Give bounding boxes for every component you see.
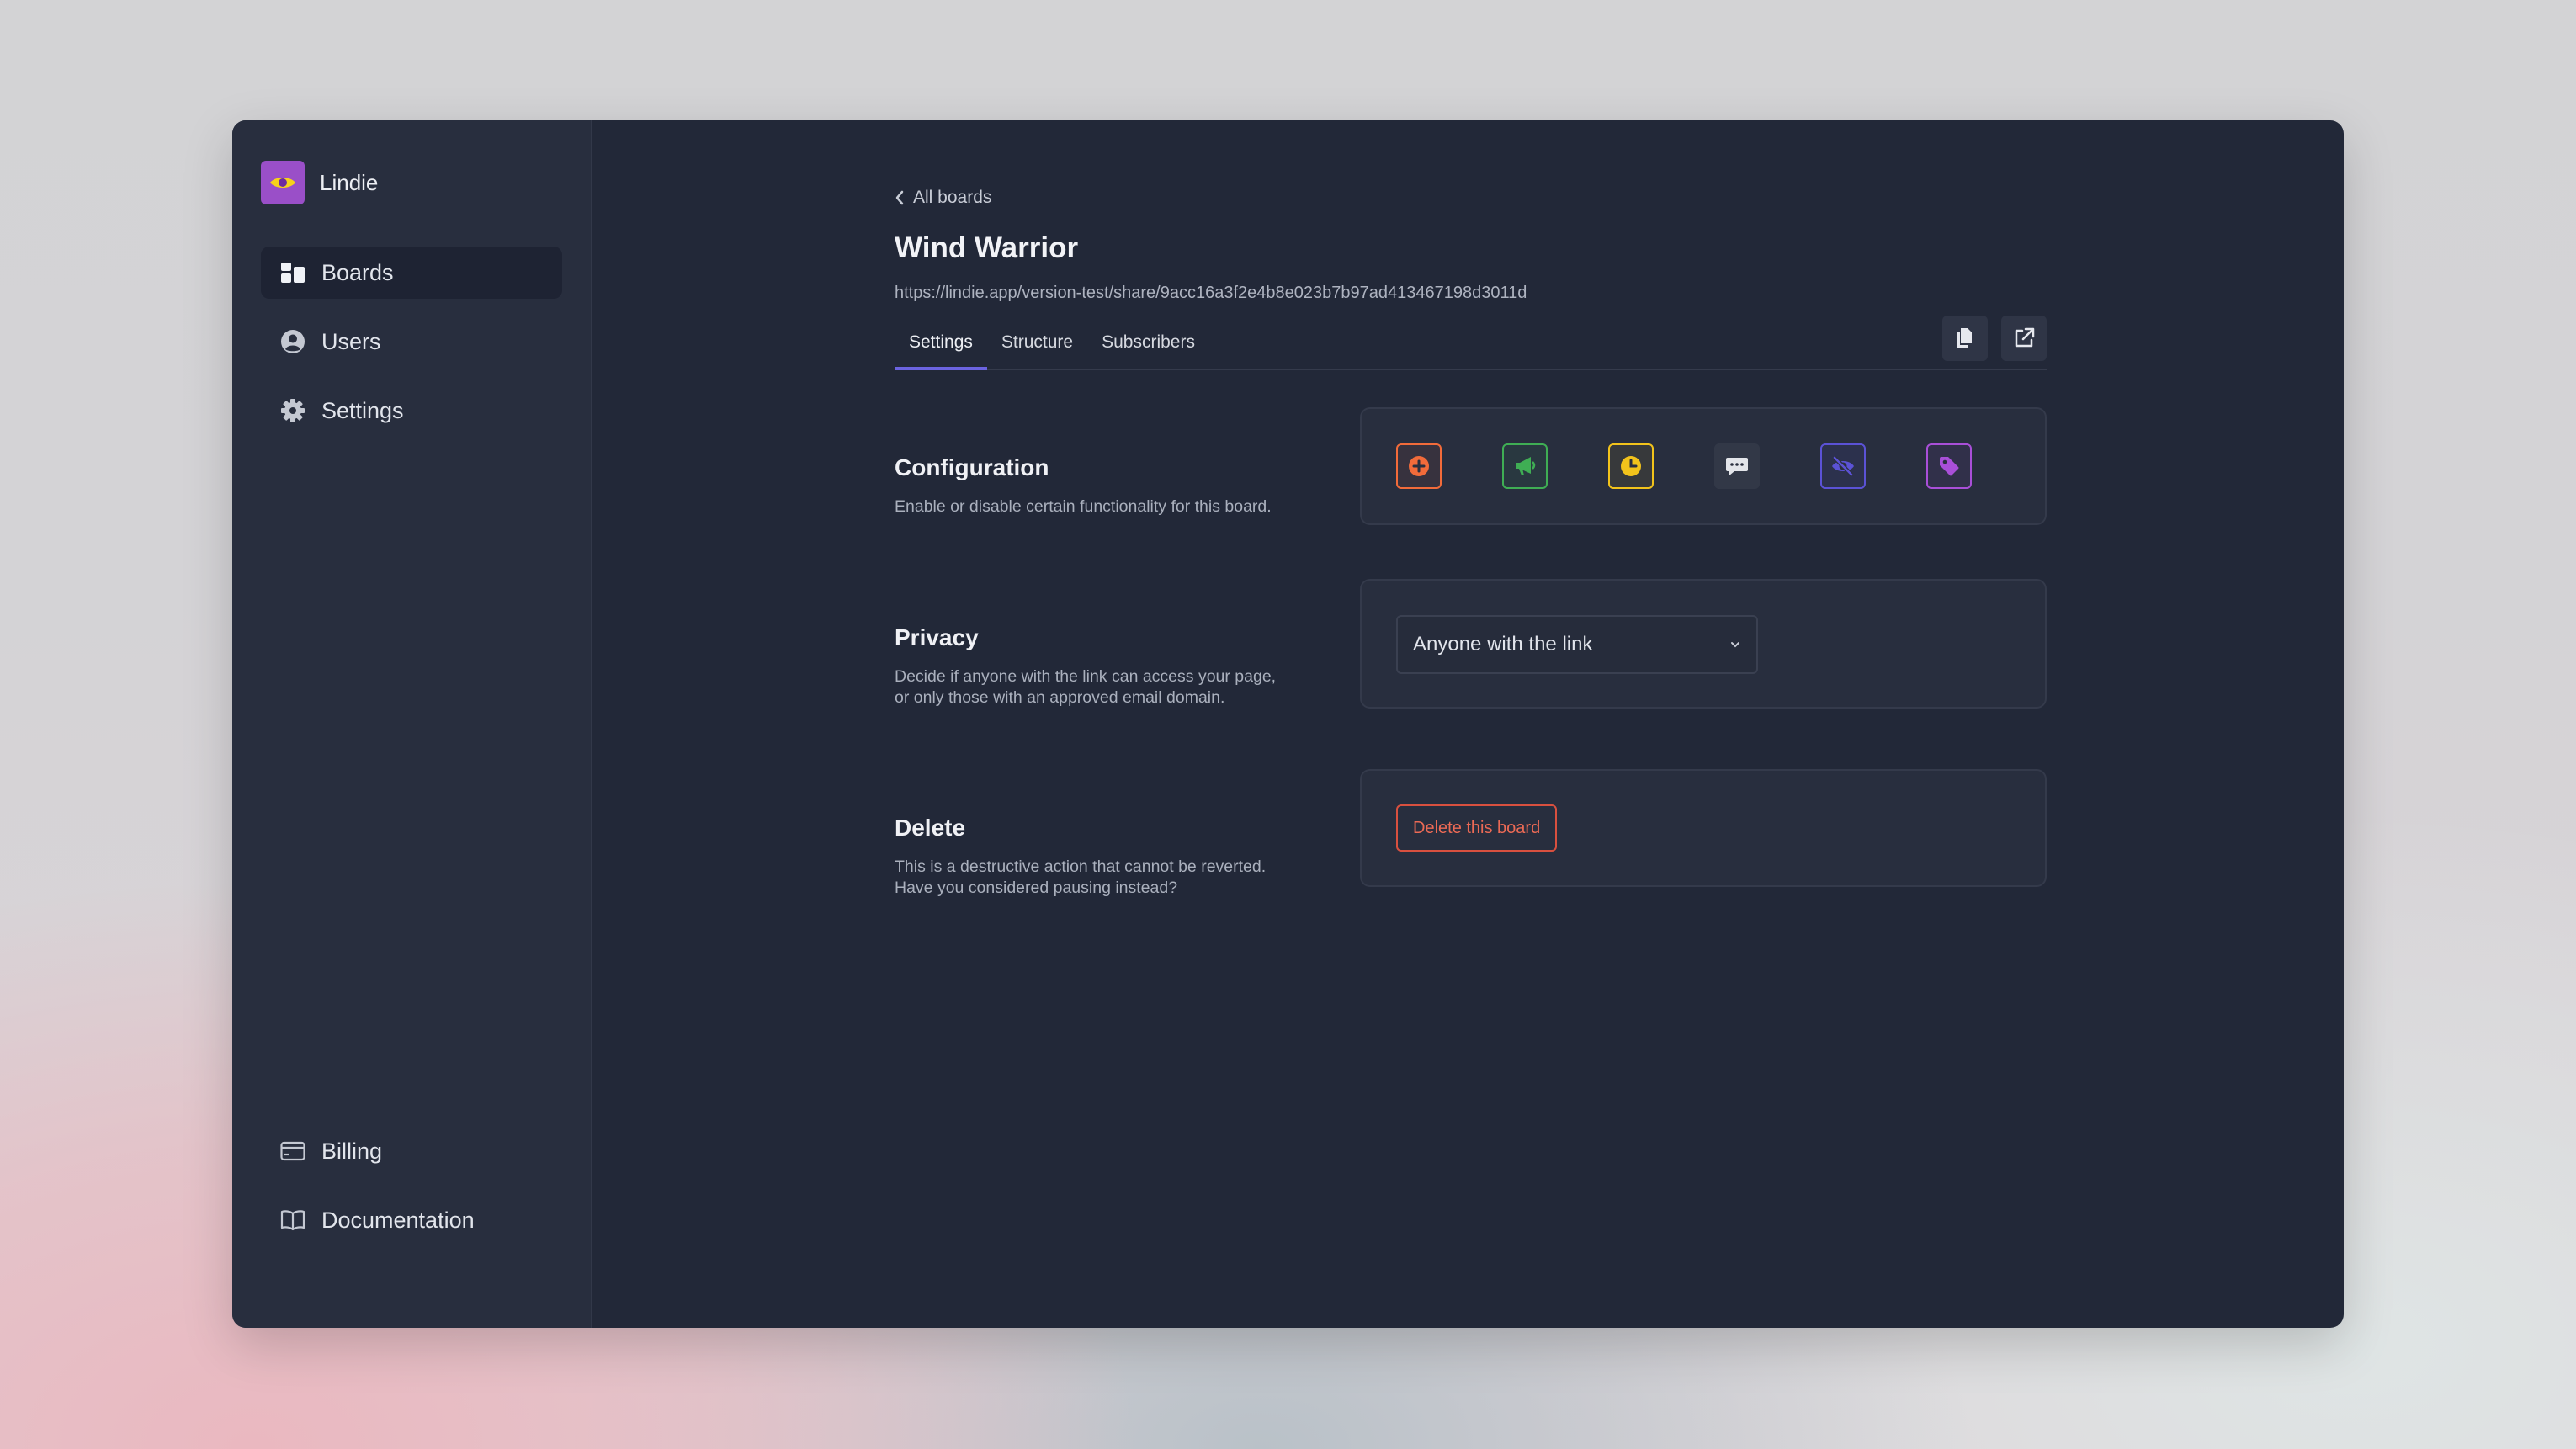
section-title: Delete xyxy=(895,815,966,841)
description-line: This is a destructive action that cannot… xyxy=(895,857,1267,876)
tab-structure[interactable]: Structure xyxy=(987,321,1087,370)
page-title: Wind Warrior xyxy=(895,231,1079,264)
boards-icon xyxy=(279,259,306,286)
user-circle-icon xyxy=(279,328,306,355)
plus-circle-icon[interactable] xyxy=(1396,443,1442,489)
configuration-card xyxy=(1360,407,2047,525)
sidebar: Lindie Boards Users Settings Billing Doc… xyxy=(232,120,592,1328)
sidebar-item-label: Documentation xyxy=(321,1207,475,1233)
back-link[interactable]: All boards xyxy=(895,188,991,208)
configuration-section: Configuration Enable or disable certain … xyxy=(895,407,2047,525)
chat-bubble-icon[interactable] xyxy=(1714,443,1760,489)
header-actions xyxy=(1942,316,2047,361)
eye-icon xyxy=(261,161,305,204)
description-line: Have you considered pausing instead? xyxy=(895,878,1178,897)
external-link-icon xyxy=(2015,327,2035,348)
tab-settings[interactable]: Settings xyxy=(895,321,987,370)
brand-name: Lindie xyxy=(320,169,379,195)
tag-icon[interactable] xyxy=(1926,443,1972,489)
back-label: All boards xyxy=(913,188,992,207)
brand[interactable]: Lindie xyxy=(261,161,378,204)
copy-icon xyxy=(1957,328,1972,348)
sidebar-item-label: Users xyxy=(321,328,381,354)
megaphone-icon[interactable] xyxy=(1502,443,1548,489)
sidebar-item-settings[interactable]: Settings xyxy=(261,385,562,437)
sidebar-nav: Boards Users Settings xyxy=(261,247,562,454)
board-settings: All boards Wind Warrior https://lindie.a… xyxy=(895,188,2047,899)
section-title: Privacy xyxy=(895,624,979,650)
chevron-down-icon xyxy=(1731,642,1739,648)
privacy-card: Anyone with the link xyxy=(1360,579,2047,709)
tab-bar: Settings Structure Subscribers xyxy=(895,321,2047,370)
gear-icon xyxy=(279,397,306,424)
sidebar-item-billing[interactable]: Billing xyxy=(261,1125,562,1177)
sidebar-item-label: Billing xyxy=(321,1138,383,1164)
tab-subscribers[interactable]: Subscribers xyxy=(1087,321,1209,370)
sidebar-bottom-nav: Billing Documentation xyxy=(261,1125,562,1263)
sidebar-item-label: Settings xyxy=(321,397,404,423)
privacy-section: Privacy Decide if anyone with the link c… xyxy=(895,579,2047,709)
sidebar-item-users[interactable]: Users xyxy=(261,316,562,368)
section-title: Configuration xyxy=(895,454,1049,480)
privacy-select[interactable]: Anyone with the link xyxy=(1396,615,1758,674)
sidebar-item-boards[interactable]: Boards xyxy=(261,247,562,299)
credit-card-icon xyxy=(279,1138,306,1165)
description-line: or only those with an approved email dom… xyxy=(895,688,1225,707)
clock-icon[interactable] xyxy=(1608,443,1654,489)
app-window: Lindie Boards Users Settings Billing Doc… xyxy=(232,120,2344,1328)
eye-slash-icon[interactable] xyxy=(1820,443,1866,489)
section-description: Decide if anyone with the link can acces… xyxy=(895,666,1341,709)
sidebar-item-documentation[interactable]: Documentation xyxy=(261,1194,562,1246)
section-description: Enable or disable certain functionality … xyxy=(895,497,1272,516)
description-line: Decide if anyone with the link can acces… xyxy=(895,667,1277,686)
sidebar-item-label: Boards xyxy=(321,259,394,285)
open-external-button[interactable] xyxy=(2001,316,2047,361)
delete-board-button[interactable]: Delete this board xyxy=(1396,804,1558,852)
chevron-left-icon xyxy=(895,190,904,205)
copy-button[interactable] xyxy=(1942,316,1988,361)
section-description: This is a destructive action that cannot… xyxy=(895,857,1341,899)
delete-card: Delete this board xyxy=(1360,769,2047,887)
privacy-select-value: Anyone with the link xyxy=(1413,633,1593,656)
book-icon xyxy=(279,1207,306,1234)
share-url: https://lindie.app/version-test/share/9a… xyxy=(895,284,1527,302)
main-panel: All boards Wind Warrior https://lindie.a… xyxy=(592,120,2344,1328)
delete-section: Delete This is a destructive action that… xyxy=(895,769,2047,899)
